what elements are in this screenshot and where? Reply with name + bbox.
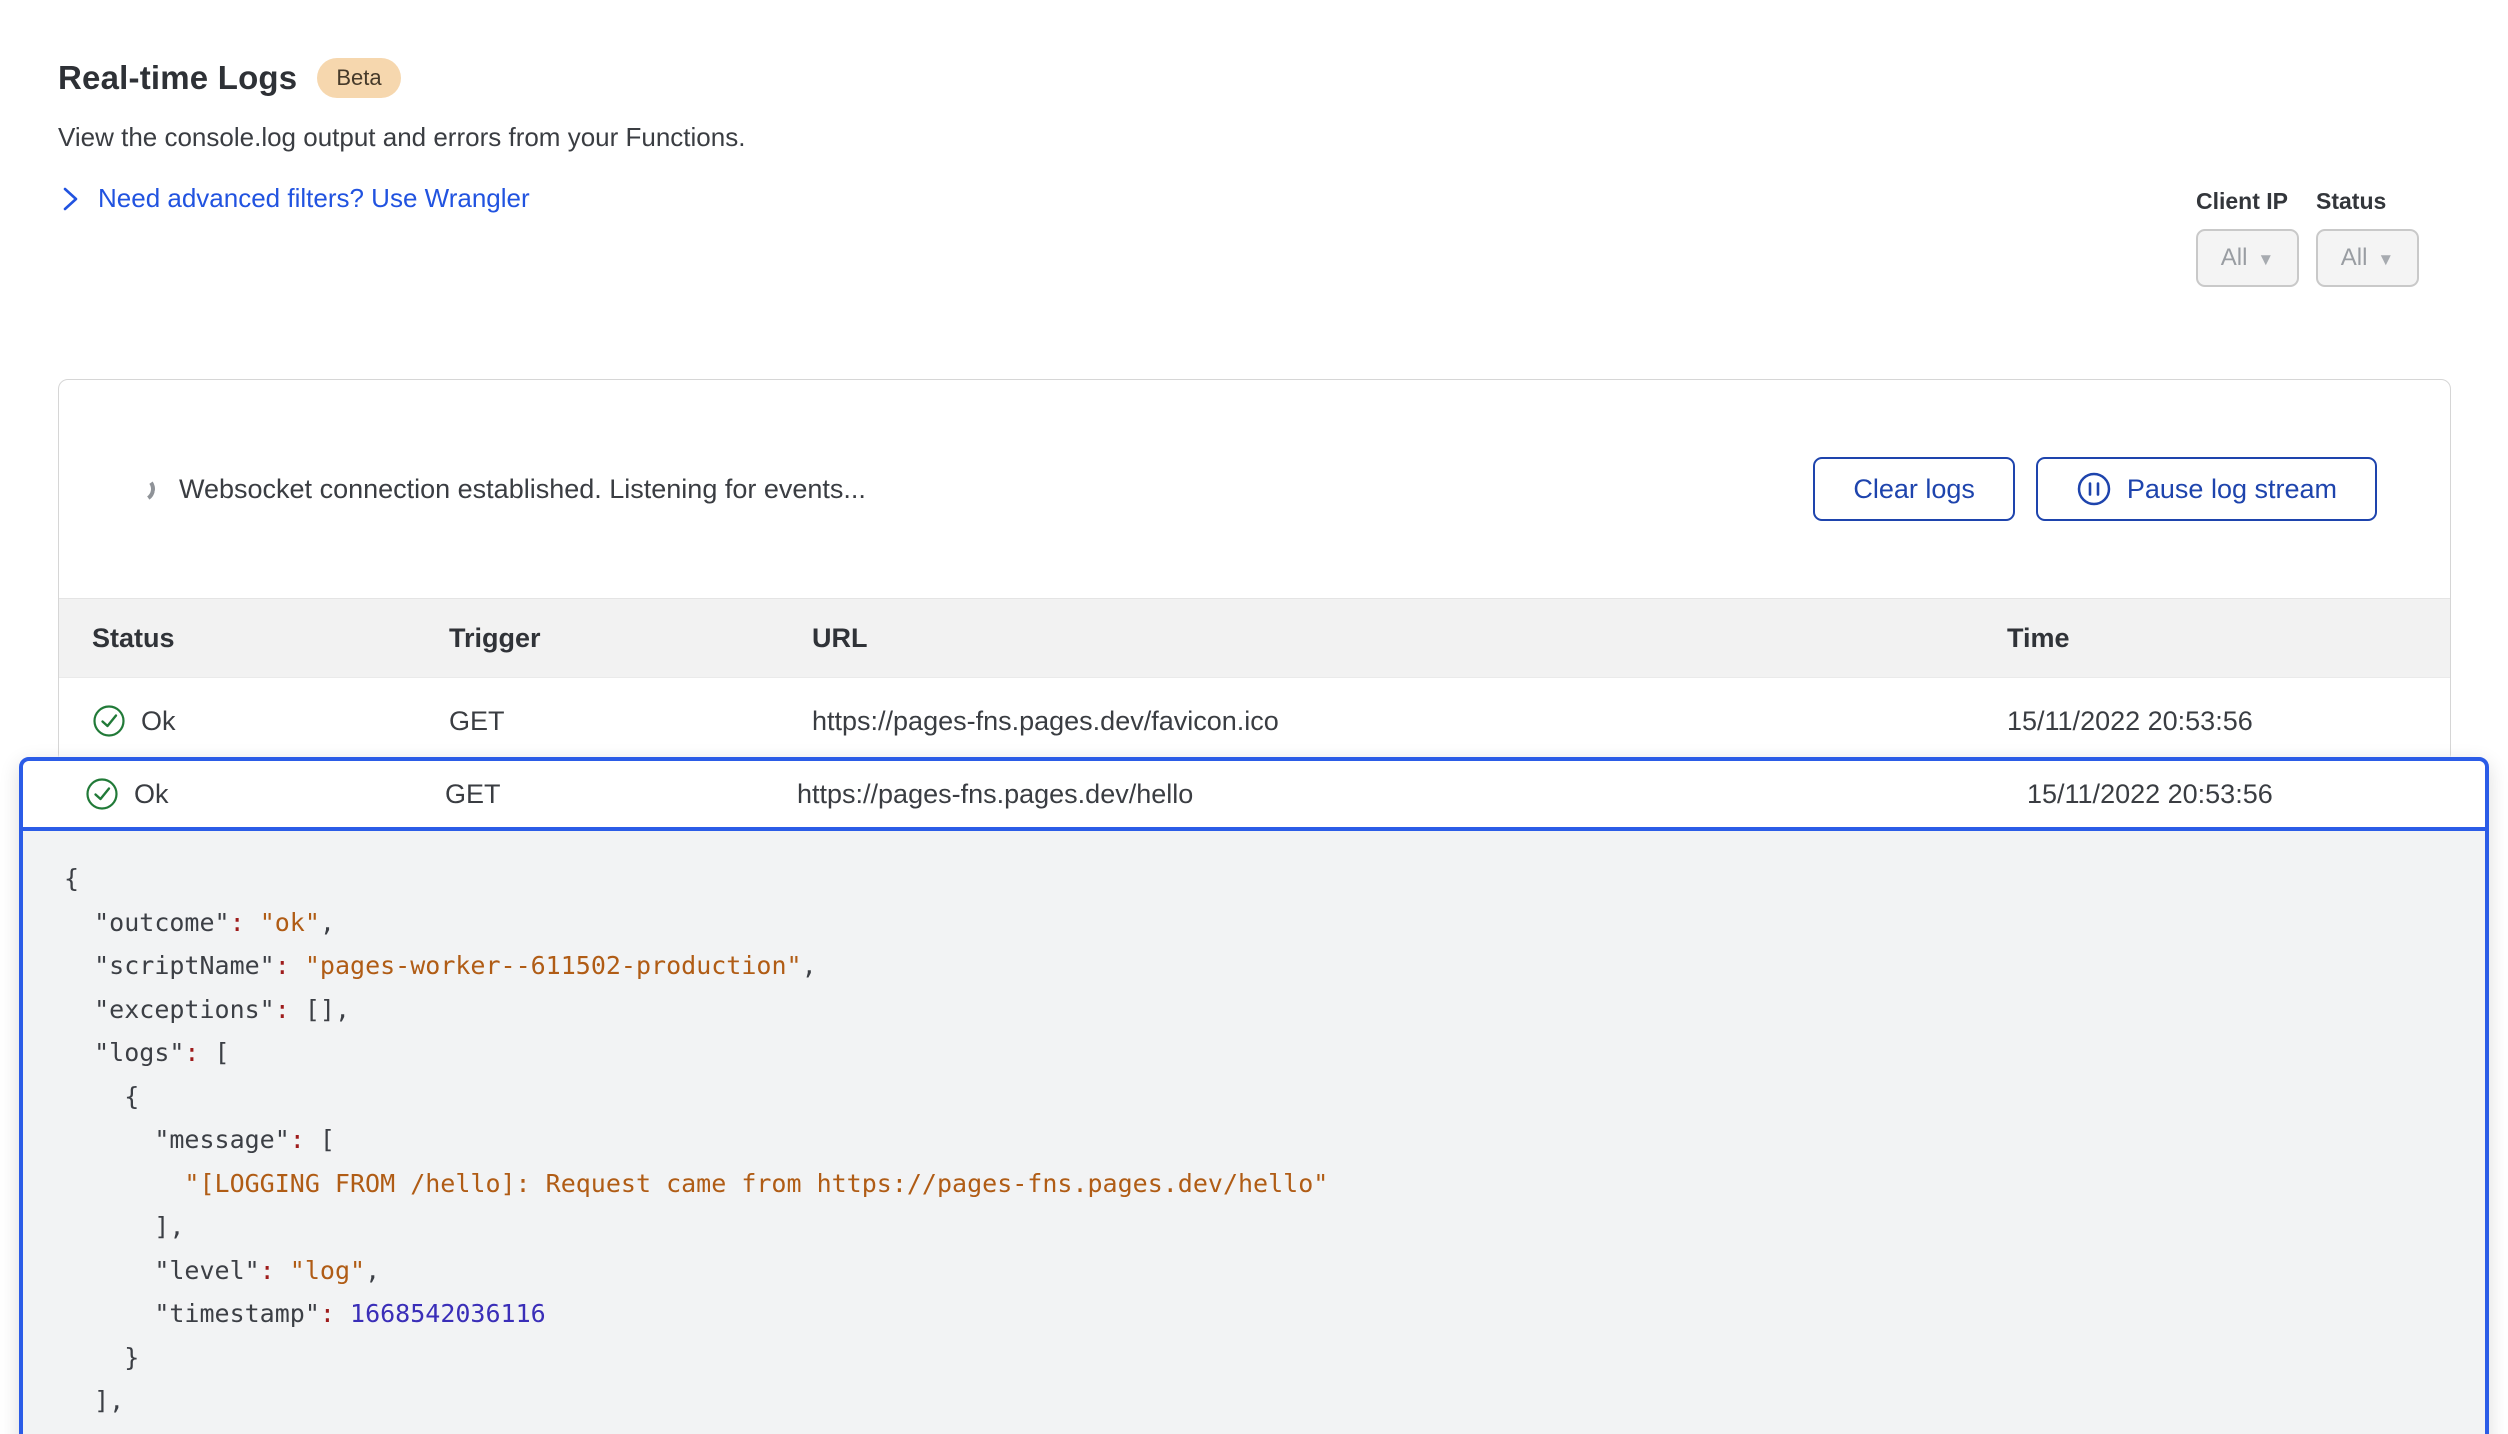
table-row[interactable]: Ok GET https://pages-fns.pages.dev/favic… [59,678,2450,764]
row-status: Ok [141,706,176,737]
status-filter-dropdown[interactable]: All ▼ [2316,229,2419,287]
column-header-trigger: Trigger [449,623,812,654]
connection-status-message: Websocket connection established. Listen… [179,474,866,505]
spinner-icon [127,474,157,504]
column-header-status: Status [92,623,449,654]
column-header-url: URL [812,623,2007,654]
log-table-header: Status Trigger URL Time [59,598,2450,678]
clear-logs-button[interactable]: Clear logs [1813,457,2015,521]
page-title: Real-time Logs [58,59,297,97]
page-root: { "page": { "title": "Real-time Logs", "… [0,0,2508,1434]
row-trigger: GET [449,706,812,737]
column-header-time: Time [2007,623,2450,654]
row-time: 15/11/2022 20:53:56 [2027,779,2485,810]
wrangler-link-label: Need advanced filters? Use Wrangler [98,183,530,214]
expanded-log-panel: Ok GET https://pages-fns.pages.dev/hello… [19,757,2489,1434]
row-trigger: GET [445,779,797,810]
page-header: Real-time Logs Beta View the console.log… [58,58,1958,214]
chevron-right-icon [58,184,82,214]
chevron-down-icon: ▼ [2257,248,2274,268]
client-ip-filter-dropdown[interactable]: All ▼ [2196,229,2299,287]
logs-toolbar: Websocket connection established. Listen… [59,380,2450,598]
pause-log-stream-button[interactable]: Pause log stream [2036,457,2377,521]
status-ok-icon [92,704,126,738]
row-url: https://pages-fns.pages.dev/hello [797,779,2027,810]
beta-badge: Beta [317,58,400,98]
row-url: https://pages-fns.pages.dev/favicon.ico [812,706,2007,737]
status-filter-value: All [2341,244,2368,272]
pause-icon [2076,471,2112,507]
page-description: View the console.log output and errors f… [58,122,1958,153]
chevron-down-icon: ▼ [2377,248,2394,268]
client-ip-filter-value: All [2221,244,2248,272]
log-json: { "outcome": "ok", "scriptName": "pages-… [23,831,2485,1423]
status-ok-icon [85,777,119,811]
log-filters: Client IP All ▼ Status All ▼ [2196,188,2419,287]
row-time: 15/11/2022 20:53:56 [2007,706,2450,737]
logs-card: Websocket connection established. Listen… [58,379,2451,763]
pause-log-stream-label: Pause log stream [2127,474,2337,505]
wrangler-filters-link[interactable]: Need advanced filters? Use Wrangler [58,183,530,214]
client-ip-filter-label: Client IP [2196,188,2299,215]
table-row-expanded[interactable]: Ok GET https://pages-fns.pages.dev/hello… [23,761,2485,831]
clear-logs-label: Clear logs [1853,474,1975,505]
status-filter-label: Status [2316,188,2419,215]
row-status: Ok [134,779,169,810]
